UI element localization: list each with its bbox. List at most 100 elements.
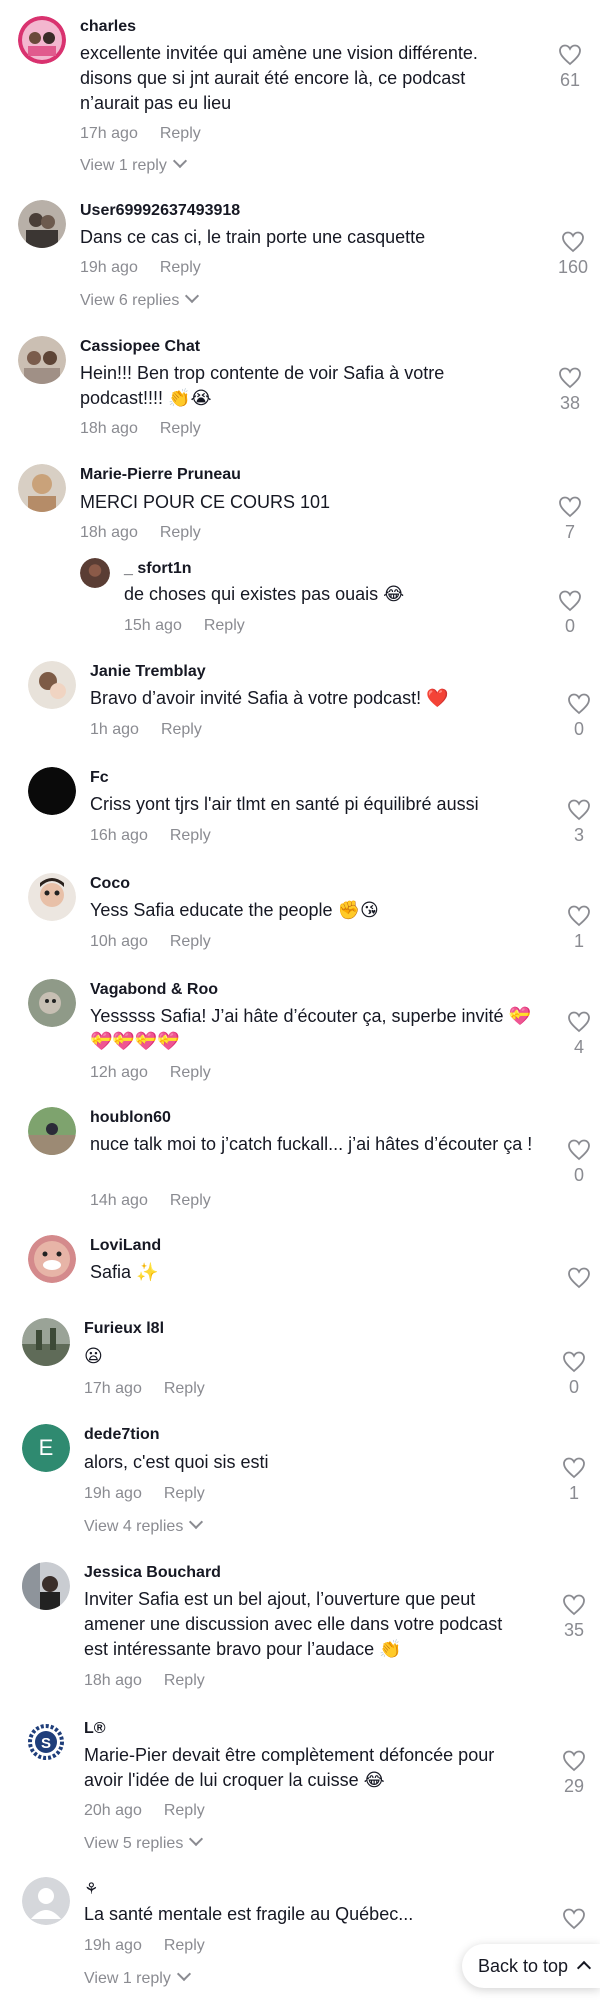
reply-button[interactable]: Reply: [170, 1064, 211, 1081]
like-button[interactable]: 0: [562, 693, 596, 740]
username[interactable]: Janie Tremblay: [90, 663, 206, 681]
reply-button[interactable]: Reply: [160, 259, 201, 276]
comment-meta: 18h ago Reply: [84, 1672, 205, 1690]
like-button[interactable]: 3: [562, 799, 596, 846]
avatar[interactable]: [28, 1107, 76, 1155]
reply-button[interactable]: Reply: [164, 1485, 205, 1502]
like-button[interactable]: [562, 1267, 596, 1289]
comment-text: 😦: [84, 1346, 103, 1366]
reply-button[interactable]: Reply: [164, 1937, 205, 1954]
heart-icon: [562, 231, 584, 253]
like-button[interactable]: 4: [562, 1011, 596, 1058]
view-replies-button[interactable]: View 1 reply: [80, 153, 187, 175]
reply-button[interactable]: Reply: [164, 1672, 205, 1689]
reply-button[interactable]: Reply: [170, 827, 211, 844]
like-button[interactable]: 160: [553, 231, 593, 278]
scroll-fade: [0, 1290, 600, 1320]
reply-button[interactable]: Reply: [204, 617, 245, 634]
timestamp: 1h ago: [90, 721, 139, 738]
username[interactable]: Fc: [90, 769, 109, 787]
heart-icon: [559, 44, 581, 66]
view-replies-button[interactable]: View 1 reply: [84, 1966, 191, 1988]
like-count: 4: [573, 1037, 584, 1057]
like-count: 38: [559, 393, 581, 413]
reply-button[interactable]: Reply: [161, 721, 202, 738]
comment-meta: 14h ago Reply: [90, 1192, 211, 1210]
comment-text: Yess Safia educate the people ✊😘: [90, 900, 379, 920]
avatar[interactable]: [18, 200, 66, 248]
comment-text: Bravo d’avoir invité Safia à votre podca…: [90, 688, 449, 708]
username[interactable]: Marie-Pierre Pruneau: [80, 466, 241, 484]
timestamp: 14h ago: [90, 1192, 148, 1209]
username[interactable]: ⚘: [84, 1879, 98, 1899]
avatar-letter: E: [39, 1435, 54, 1460]
like-button[interactable]: 38: [553, 367, 587, 414]
comment-meta: 20h ago Reply: [84, 1802, 205, 1820]
avatar[interactable]: [22, 1318, 70, 1366]
heart-icon: [563, 1750, 585, 1772]
like-button[interactable]: 29: [557, 1750, 591, 1797]
like-button[interactable]: 0: [557, 1351, 591, 1398]
username[interactable]: _ sfort1n: [124, 560, 192, 578]
like-button[interactable]: 7: [553, 496, 587, 543]
username[interactable]: LoviLand: [90, 1237, 161, 1255]
reply-button[interactable]: Reply: [170, 933, 211, 950]
avatar[interactable]: [22, 1877, 70, 1925]
reply-button[interactable]: Reply: [160, 524, 201, 541]
reply-button[interactable]: Reply: [160, 420, 201, 437]
avatar[interactable]: [80, 558, 110, 588]
avatar[interactable]: [18, 16, 66, 64]
like-button[interactable]: 1: [557, 1457, 591, 1504]
username[interactable]: Jessica Bouchard: [84, 1564, 221, 1582]
comment-text: Inviter Safia est un bel ajout, l’ouvert…: [84, 1589, 503, 1659]
username[interactable]: charles: [80, 18, 136, 36]
like-button[interactable]: [557, 1908, 591, 1930]
back-to-top-button[interactable]: Back to top: [462, 1944, 600, 1988]
avatar[interactable]: [28, 767, 76, 815]
avatar[interactable]: [28, 873, 76, 921]
avatar[interactable]: [18, 464, 66, 512]
timestamp: 18h ago: [84, 1672, 142, 1689]
avatar[interactable]: [22, 1562, 70, 1610]
reply-button[interactable]: Reply: [170, 1192, 211, 1209]
heart-icon: [568, 1139, 590, 1161]
avatar[interactable]: [28, 1235, 76, 1283]
avatar[interactable]: [18, 336, 66, 384]
reply-button[interactable]: Reply: [164, 1380, 205, 1397]
username[interactable]: Cassiopee Chat: [80, 338, 200, 356]
avatar-letter: S: [41, 1735, 51, 1752]
username[interactable]: Vagabond & Roo: [90, 981, 218, 999]
like-count: 61: [559, 70, 581, 90]
avatar[interactable]: [28, 979, 76, 1027]
view-replies-label: View 6 replies: [80, 292, 180, 309]
username[interactable]: dede7tion: [84, 1426, 160, 1444]
username[interactable]: L®: [84, 1720, 106, 1738]
chevron-down-icon: [189, 1831, 204, 1847]
like-button[interactable]: 0: [562, 1139, 596, 1186]
chevron-down-icon: [176, 1966, 191, 1982]
heart-icon: [568, 905, 590, 927]
like-button[interactable]: 1: [562, 905, 596, 952]
username[interactable]: houblon60: [90, 1109, 171, 1127]
username[interactable]: Furieux l8l: [84, 1320, 164, 1338]
view-replies-label: View 1 reply: [80, 157, 167, 174]
username[interactable]: Coco: [90, 875, 130, 893]
comment-text: MERCI POUR CE COURS 101: [80, 492, 331, 512]
like-count: 29: [563, 1776, 585, 1796]
comment-text: nuce talk moi to j’catch fuckall... j’ai…: [90, 1134, 533, 1154]
avatar[interactable]: [28, 661, 76, 709]
view-replies-button[interactable]: View 6 replies: [80, 288, 200, 310]
timestamp: 15h ago: [124, 617, 182, 634]
reply-button[interactable]: Reply: [164, 1802, 205, 1819]
like-button[interactable]: 61: [553, 44, 587, 91]
heart-icon: [568, 799, 590, 821]
like-button[interactable]: 0: [553, 590, 587, 637]
like-button[interactable]: 35: [557, 1594, 591, 1641]
view-replies-button[interactable]: View 5 replies: [84, 1831, 204, 1853]
view-replies-button[interactable]: View 4 replies: [84, 1514, 204, 1536]
username[interactable]: User69992637493918: [80, 202, 240, 220]
comment-meta: 18h ago Reply: [80, 420, 201, 438]
avatar[interactable]: E: [22, 1424, 70, 1472]
avatar[interactable]: S: [22, 1718, 70, 1766]
reply-button[interactable]: Reply: [160, 125, 201, 142]
